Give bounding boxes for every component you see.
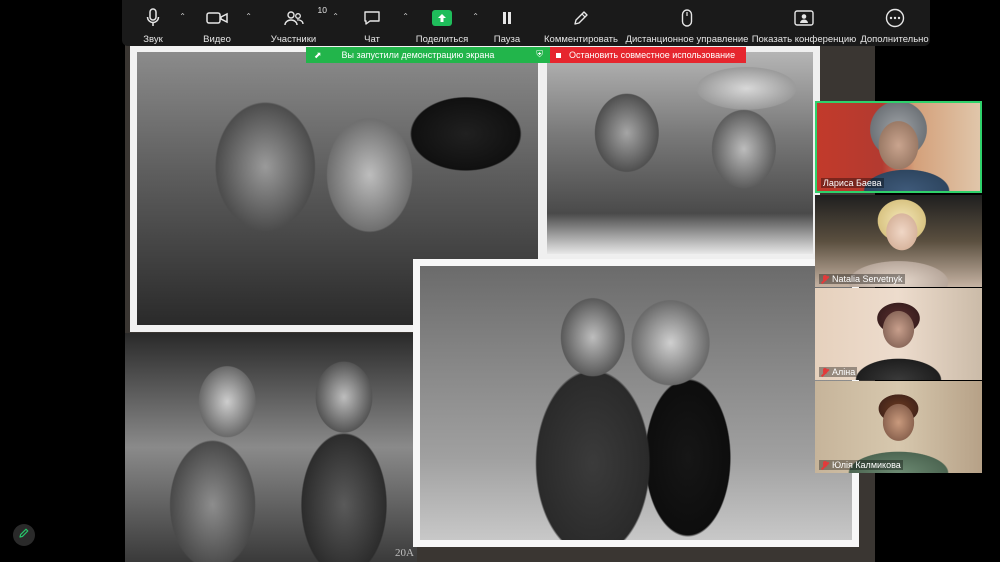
participant-name: Natalia Servetnyk — [832, 274, 903, 284]
participants-count-badge: 10 — [317, 5, 327, 15]
more-label: Дополнительно — [860, 34, 929, 45]
participant-name-tag: Лариса Баева — [821, 178, 884, 188]
audio-button[interactable]: Звук ⌃ — [122, 0, 186, 46]
microphone-icon — [146, 8, 160, 28]
chat-bubble-icon — [363, 8, 381, 28]
participants-label: Участники — [270, 34, 317, 45]
remote-control-label: Дистанционное управление — [625, 34, 749, 45]
participant-name-tag: Natalia Servetnyk — [819, 274, 905, 284]
video-camera-icon — [206, 8, 228, 28]
screen-share-banner: ⬈ Вы запустили демонстрацию экрана ⛨ Ост… — [306, 47, 746, 63]
more-button[interactable]: Дополнительно — [859, 0, 930, 46]
show-meeting-button[interactable]: Показать конференцию — [749, 0, 859, 46]
participants-icon — [283, 8, 304, 28]
show-meeting-icon — [794, 8, 814, 28]
share-screen-icon — [432, 8, 452, 28]
participant-name: Юлія Калмикова — [832, 460, 901, 470]
participant-tile[interactable]: Лариса Баева — [815, 101, 982, 193]
muted-microphone-icon — [821, 274, 829, 284]
sharing-status-text: Вы запустили демонстрацию экрана — [341, 50, 495, 60]
participant-name: Аліна — [832, 367, 856, 377]
stop-share-button[interactable]: Остановить совместное использование — [550, 47, 746, 63]
photo-couple-drinks — [125, 333, 417, 562]
muted-microphone-icon — [821, 367, 829, 377]
audio-label: Звук — [143, 34, 163, 45]
video-label: Видео — [203, 34, 231, 45]
pen-icon — [18, 526, 30, 544]
pause-label: Пауза — [493, 34, 521, 45]
participant-name-tag: Юлія Калмикова — [819, 460, 903, 470]
floating-annotate-button[interactable] — [13, 524, 35, 546]
participants-button[interactable]: 10 Участники ⌃ — [250, 0, 339, 46]
shared-screen-content: 20A — [125, 45, 875, 562]
mouse-icon — [681, 8, 693, 28]
stop-square-icon — [556, 52, 561, 58]
participant-tile[interactable]: Аліна — [815, 288, 982, 380]
chat-button[interactable]: Чат ⌃ — [337, 0, 409, 46]
video-button[interactable]: Видео ⌃ — [184, 0, 252, 46]
pause-icon — [501, 8, 513, 28]
more-dots-icon — [885, 8, 905, 28]
stop-share-label: Остановить совместное использование — [569, 50, 736, 60]
slide-stamp-text: 20A — [395, 547, 414, 559]
participant-tile[interactable]: Юлія Калмикова — [815, 381, 982, 473]
shield-icon: ⛨ — [536, 49, 543, 59]
photo-couple-park — [413, 259, 859, 547]
sharing-status: ⬈ Вы запустили демонстрацию экрана ⛨ — [306, 47, 550, 63]
annotate-button[interactable]: Комментировать — [537, 0, 625, 46]
remote-control-button[interactable]: Дистанционное управление — [625, 0, 749, 46]
annotate-label: Комментировать — [544, 34, 618, 45]
participant-name: Лариса Баева — [823, 178, 882, 188]
muted-microphone-icon — [821, 460, 829, 470]
share-screen-button[interactable]: Поделиться ⌃ — [407, 0, 479, 46]
participant-name-tag: Аліна — [819, 367, 858, 377]
pencil-icon — [572, 8, 590, 28]
photo-couple-street — [540, 45, 820, 261]
chat-label: Чат — [364, 34, 380, 45]
meeting-toolbar: Звук ⌃ Видео ⌃ 10 Участники ⌃ Чат ⌃ Поде… — [122, 0, 930, 46]
share-label: Поделиться — [415, 34, 469, 45]
pause-share-button[interactable]: Пауза — [477, 0, 537, 46]
participant-tile[interactable]: Natalia Servetnyk — [815, 195, 982, 287]
share-indicator-icon: ⬈ — [314, 49, 322, 60]
show-meeting-label: Показать конференцию — [751, 34, 857, 45]
